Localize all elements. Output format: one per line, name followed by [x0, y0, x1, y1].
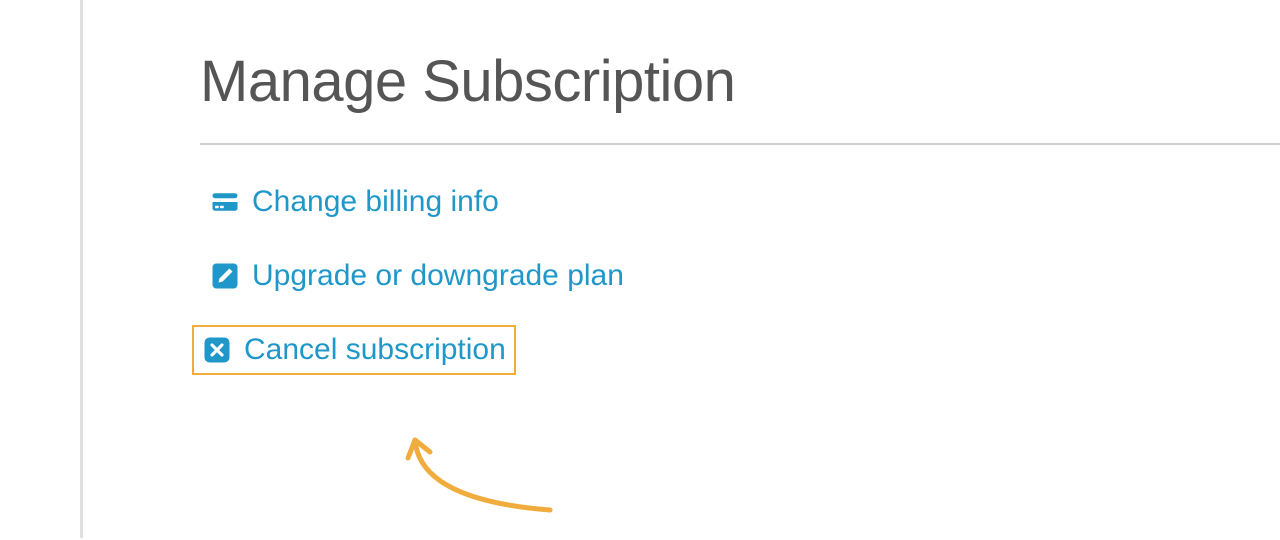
- title-divider: [200, 143, 1280, 145]
- action-list: Change billing info Upgrade or downgrade…: [200, 177, 1280, 375]
- manage-subscription-panel: Manage Subscription Change billing info: [0, 0, 1280, 375]
- action-label: Upgrade or downgrade plan: [252, 259, 624, 293]
- action-label: Change billing info: [252, 185, 499, 219]
- cancel-subscription-link[interactable]: Cancel subscription: [192, 325, 516, 375]
- change-billing-info-link[interactable]: Change billing info: [200, 177, 509, 227]
- credit-card-icon: [210, 187, 240, 217]
- page-title: Manage Subscription: [200, 48, 1280, 115]
- x-box-icon: [202, 335, 232, 365]
- upgrade-downgrade-plan-link[interactable]: Upgrade or downgrade plan: [200, 251, 634, 301]
- edit-icon: [210, 261, 240, 291]
- annotation-arrow-icon: [400, 430, 580, 540]
- action-label: Cancel subscription: [244, 333, 506, 367]
- left-edge-divider: [80, 0, 83, 538]
